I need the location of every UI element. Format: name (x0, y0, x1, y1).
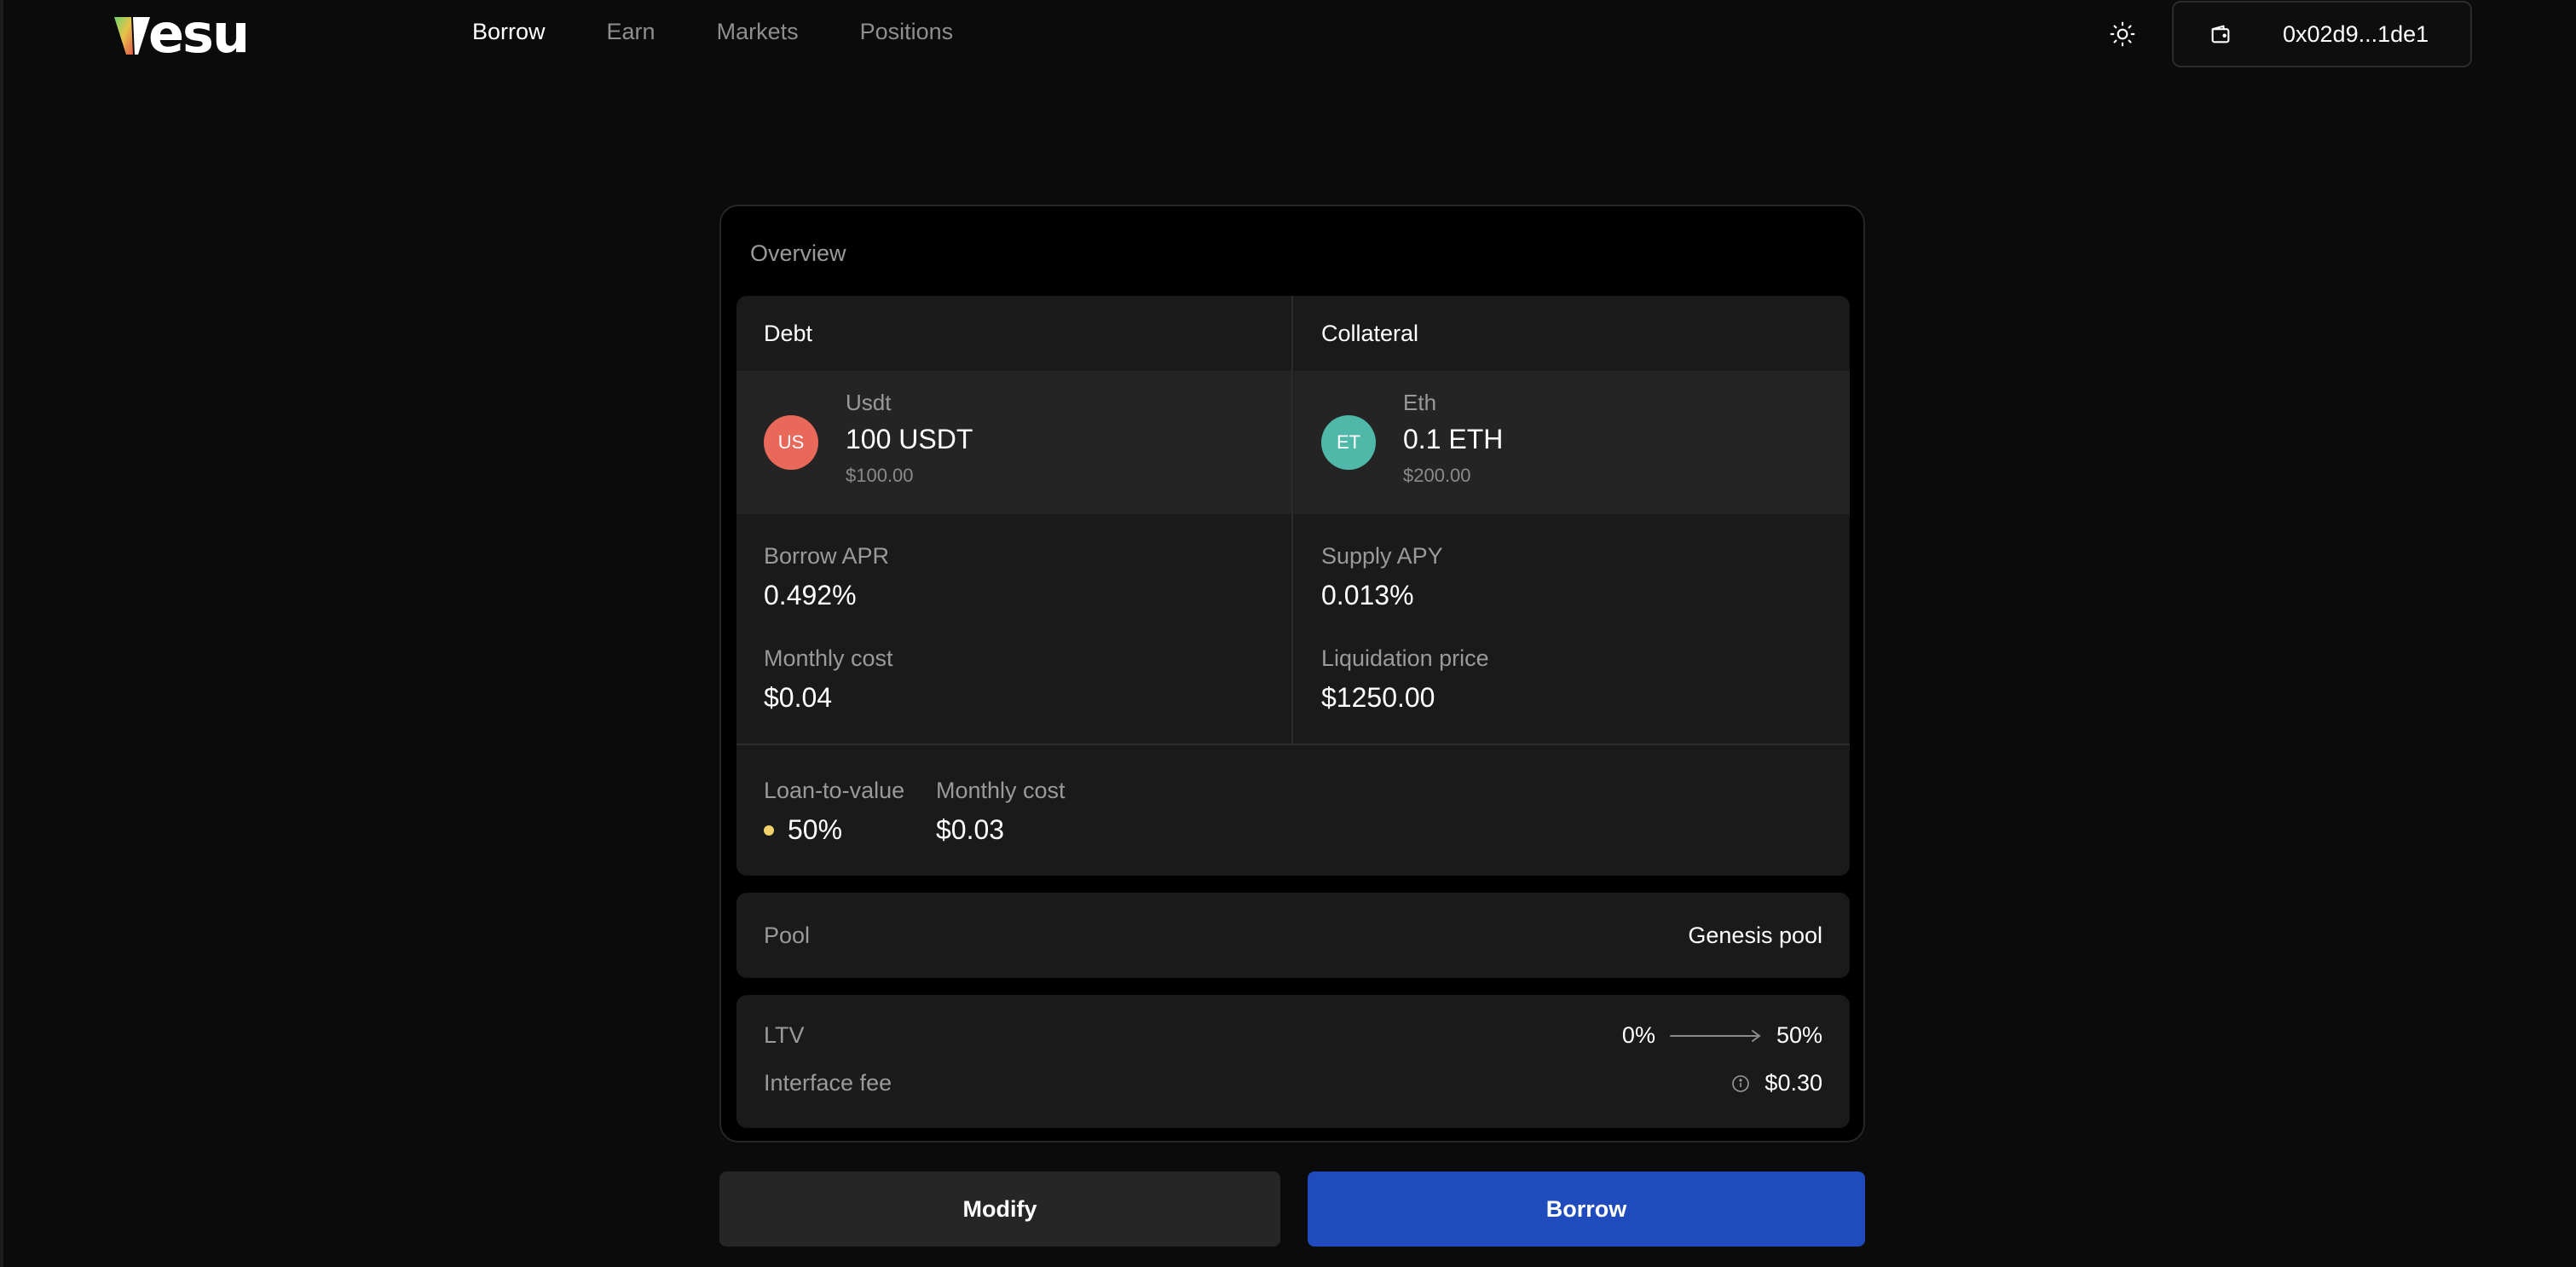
usdt-badge-text: US (777, 431, 805, 453)
logo-v-mark (114, 17, 150, 55)
liquidation-price-value: $1250.00 (1321, 682, 1435, 713)
wallet-button[interactable]: 0x02d9...1de1 (2172, 1, 2472, 67)
borrow-button[interactable]: Borrow (1308, 1172, 1865, 1247)
ltv-change-values: 0% 50% (1622, 1022, 1822, 1049)
nav-borrow[interactable]: Borrow (472, 19, 546, 45)
logo-text: esu (148, 3, 250, 65)
ltv-from: 0% (1621, 1022, 1655, 1048)
info-icon[interactable] (1730, 1073, 1751, 1094)
ltv-status-dot (764, 824, 774, 836)
pool-row: Pool Genesis pool (736, 893, 1850, 978)
collateral-token-usd: $200.00 (1403, 465, 1471, 486)
nav-positions[interactable]: Positions (860, 19, 954, 45)
borrow-apr-label: Borrow APR (764, 543, 890, 569)
collateral-asset-row: ET Eth 0.1 ETH $200.00 (1294, 371, 1850, 514)
sun-icon (2110, 21, 2135, 47)
interface-fee-values: $0.30 (1730, 1070, 1822, 1096)
eth-badge-text: ET (1336, 431, 1361, 453)
borrow-apr-value: 0.492% (764, 580, 857, 610)
supply-apy-stat: Supply APY 0.013% (1321, 543, 1443, 611)
ltv-change-label: LTV (764, 1022, 805, 1048)
fee-details: LTV 0% 50% Interface fee $0.30 (736, 995, 1850, 1128)
pool-label: Pool (764, 922, 811, 948)
wallet-icon (2208, 21, 2233, 47)
ltv-value-row: 50% (764, 814, 904, 846)
interface-fee-label: Interface fee (764, 1070, 892, 1096)
monthly-cost-stat: Monthly cost $0.03 (936, 778, 1066, 846)
eth-token-icon: ET (1321, 415, 1376, 470)
debt-asset-row: US Usdt 100 USDT $100.00 (736, 371, 1291, 514)
debt-monthly-cost-label: Monthly cost (764, 645, 893, 671)
collateral-column: Collateral ET Eth 0.1 ETH $200.00 Supply… (1294, 296, 1850, 743)
collateral-token-amount: 0.1 ETH (1403, 424, 1504, 454)
ltv-change-row: LTV 0% 50% (764, 1022, 1822, 1049)
monthly-cost-value: $0.03 (936, 814, 1005, 845)
debt-token-name: Usdt (846, 390, 892, 415)
ltv-label: Loan-to-value (764, 778, 905, 803)
monthly-cost-label: Monthly cost (936, 778, 1066, 803)
debt-column: Debt US Usdt 100 USDT $100.00 Borrow APR… (736, 296, 1293, 743)
ltv-value: 50% (788, 814, 843, 845)
debt-token-amount: 100 USDT (846, 424, 973, 454)
collateral-heading: Collateral (1321, 320, 1419, 346)
borrow-apr-stat: Borrow APR 0.492% (764, 543, 889, 611)
interface-fee-row: Interface fee $0.30 (764, 1070, 1822, 1096)
vesu-logo[interactable]: esu (113, 3, 250, 65)
arrow-right-icon (1669, 1029, 1761, 1042)
theme-toggle-button[interactable] (2105, 17, 2140, 51)
liquidation-price-stat: Liquidation price $1250.00 (1321, 645, 1489, 714)
position-summary: Debt US Usdt 100 USDT $100.00 Borrow APR… (736, 296, 1850, 876)
interface-fee-value: $0.30 (1765, 1070, 1822, 1096)
overview-card: Overview Debt US Usdt 100 USDT $100.00 B… (719, 205, 1865, 1143)
debt-monthly-cost-stat: Monthly cost $0.04 (764, 645, 893, 714)
debt-heading: Debt (764, 320, 813, 346)
debt-monthly-cost-value: $0.04 (764, 682, 833, 713)
modify-button[interactable]: Modify (719, 1172, 1280, 1247)
liquidation-price-label: Liquidation price (1321, 645, 1489, 671)
usdt-token-icon: US (764, 415, 818, 470)
nav-earn[interactable]: Earn (607, 19, 656, 45)
supply-apy-value: 0.013% (1321, 580, 1414, 610)
ltv-to: 50% (1776, 1022, 1822, 1048)
wallet-address: 0x02d9...1de1 (2283, 20, 2429, 47)
header: esu Borrow Earn Markets Positions 0x02d9… (3, 0, 2576, 70)
page: esu Borrow Earn Markets Positions 0x02d9… (0, 0, 2576, 1267)
loan-to-value-stat: Loan-to-value 50% (764, 778, 904, 846)
overview-title: Overview (750, 240, 846, 266)
collateral-token-name: Eth (1403, 390, 1437, 415)
summary-divider (736, 743, 1850, 745)
pool-value: Genesis pool (1688, 922, 1822, 948)
supply-apy-label: Supply APY (1321, 543, 1443, 569)
main-nav: Borrow Earn Markets Positions (472, 19, 953, 45)
debt-token-usd: $100.00 (846, 465, 914, 486)
nav-markets[interactable]: Markets (717, 19, 799, 45)
